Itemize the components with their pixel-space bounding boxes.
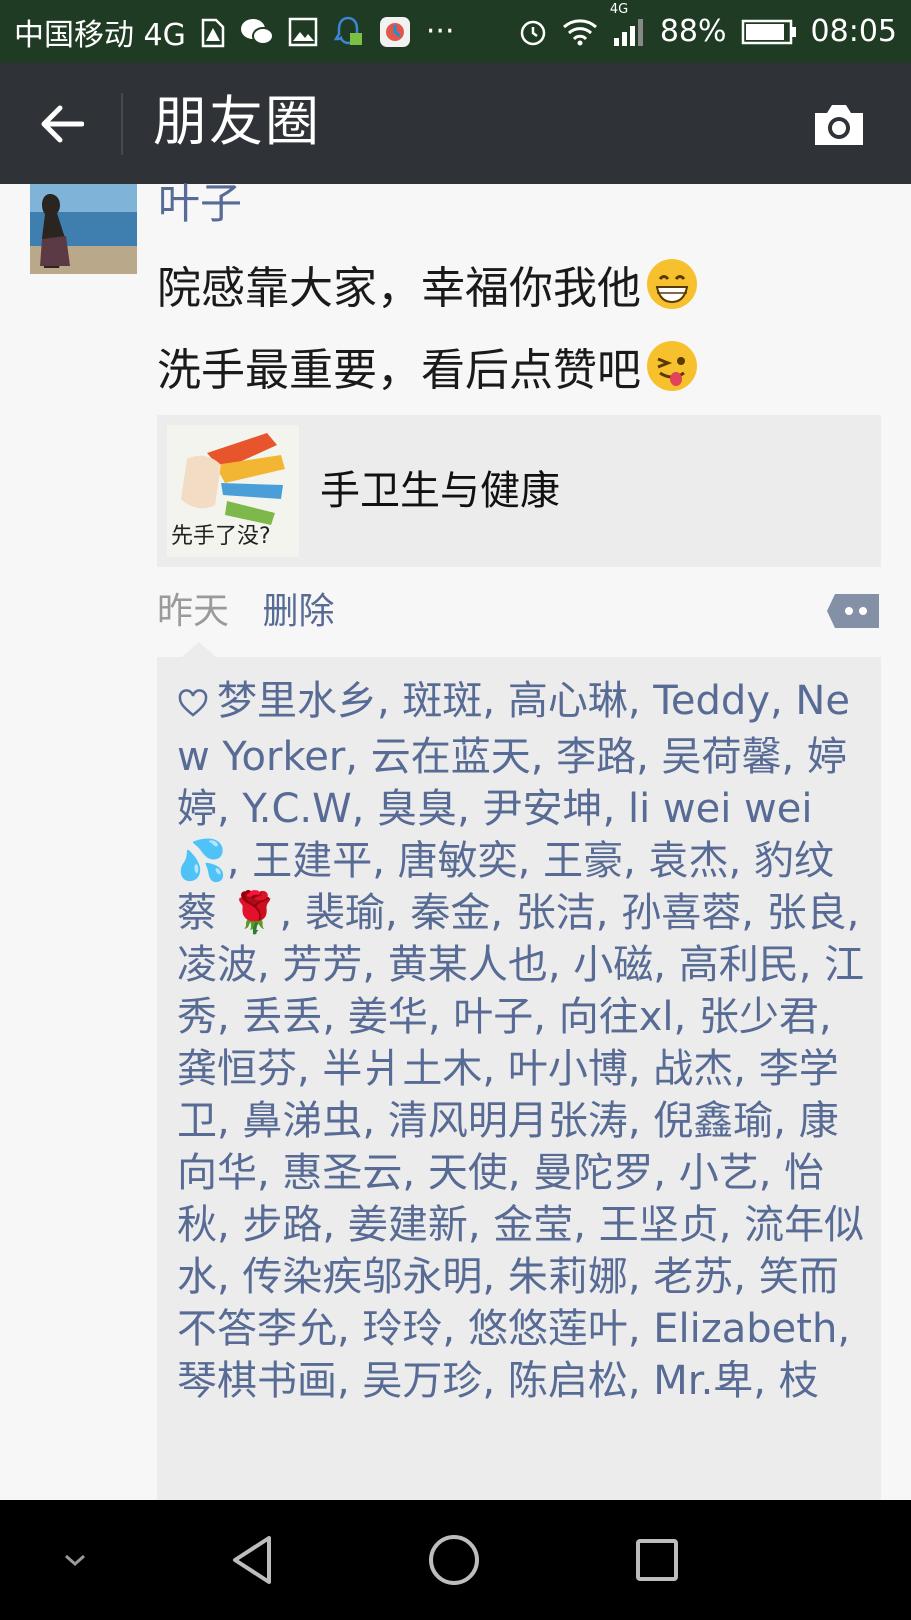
delete-button[interactable]: 删除 [262, 591, 334, 632]
link-title: 手卫生与健康 [320, 468, 560, 514]
sim-warning-icon [200, 16, 226, 48]
home-circle-icon [429, 1535, 479, 1585]
battery-percent: 88% [659, 14, 727, 49]
carrier-label: 中国移动 4G [14, 17, 186, 53]
arrow-left-icon [41, 105, 84, 143]
post-meta: 昨天 删除 [157, 588, 334, 636]
post-text-line: 院感靠大家，幸福你我他 [157, 252, 877, 334]
app-header: 朋友圈 [0, 63, 911, 184]
heart-outline-icon [177, 679, 209, 731]
wechat-icon [240, 17, 274, 47]
nav-recents-button[interactable] [627, 1530, 687, 1590]
thumb-text: 先手了没? [171, 524, 271, 549]
link-thumbnail: 先手了没? [167, 425, 299, 557]
hide-keyboard-button[interactable] [45, 1530, 105, 1590]
more-dots-icon: ··· [425, 14, 455, 49]
camera-button[interactable] [808, 97, 870, 151]
post-text: 院感靠大家，幸福你我他 洗手最重要，看后点赞吧 [157, 252, 877, 416]
avatar[interactable] [30, 184, 137, 274]
post-text-line: 洗手最重要，看后点赞吧 [157, 334, 877, 416]
header-divider [121, 93, 123, 155]
image-icon [288, 17, 318, 47]
nav-back-button[interactable] [223, 1530, 283, 1590]
system-nav-bar [0, 1500, 911, 1620]
status-bar: 中国移动 4G ··· 4G 88% 08:05 [0, 0, 911, 63]
wifi-icon [562, 18, 598, 46]
likes-list: 梦里水乡, 斑斑, 高心琳, Teddy, New Yorker, 云在蓝天, … [177, 675, 867, 1407]
comment-action-button[interactable] [825, 590, 881, 632]
recents-square-icon [636, 1539, 678, 1581]
comment-more-icon [827, 594, 879, 628]
network-badge: 4G [609, 1, 629, 17]
alarm-icon [518, 17, 548, 47]
back-triangle-icon [233, 1536, 271, 1584]
qq-icon [332, 15, 364, 49]
camera-icon [815, 105, 863, 145]
signal-icon: 4G [610, 2, 646, 48]
status-time: 08:05 [810, 14, 897, 49]
shared-link-card[interactable]: 先手了没? 手卫生与健康 [157, 415, 881, 567]
winking-tongue-face-icon [645, 339, 699, 416]
like-names[interactable]: 梦里水乡, 斑斑, 高心琳, Teddy, New Yorker, 云在蓝天, … [177, 678, 864, 1404]
battery-icon [741, 18, 797, 46]
likes-pointer [182, 642, 216, 657]
back-button[interactable] [30, 93, 94, 155]
post-author[interactable]: 叶子 [158, 178, 242, 230]
nav-home-button[interactable] [424, 1530, 484, 1590]
chevron-down-icon [65, 1554, 85, 1567]
app-icon [378, 15, 412, 49]
grinning-face-icon [645, 257, 699, 334]
likes-box: 梦里水乡, 斑斑, 高心琳, Teddy, New Yorker, 云在蓝天, … [157, 657, 881, 1500]
page-title: 朋友圈 [153, 90, 321, 153]
post-time: 昨天 [157, 591, 230, 632]
